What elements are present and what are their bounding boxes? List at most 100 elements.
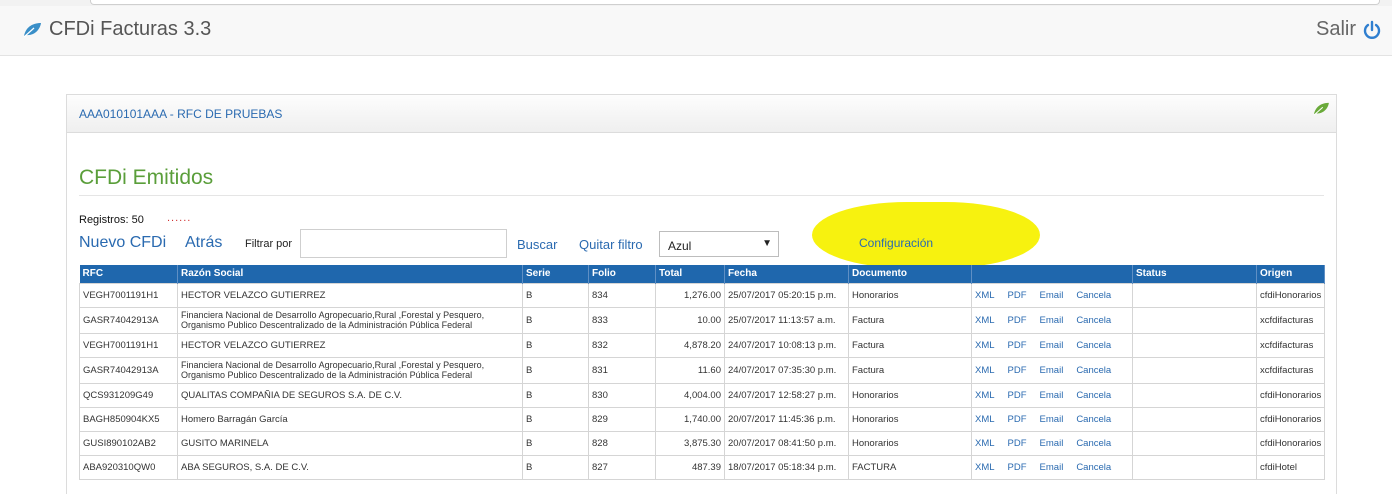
table-row[interactable]: GASR74042913A Financiera Nacional de Desa…: [79, 306, 1325, 334]
filter-input[interactable]: [300, 229, 507, 258]
cell-origen: xcfdifacturas: [1256, 306, 1325, 334]
toolbar: Nuevo CFDi Atrás Filtrar por Buscar Quit…: [79, 229, 1329, 259]
table-row[interactable]: QCS931209G49 QUALITAS COMPAÑIA DE SEGUROS…: [79, 382, 1325, 408]
cell-serie: B: [522, 454, 589, 480]
search-button[interactable]: Buscar: [517, 237, 557, 252]
cell-status: [1132, 332, 1257, 358]
cell-documento: FACTURA: [848, 454, 972, 480]
cell-serie: B: [522, 332, 589, 358]
cell-total: 10.00: [655, 306, 725, 334]
action-xml-link[interactable]: XML: [975, 390, 995, 401]
cell-actions: XML PDF Email Cancela: [971, 282, 1133, 308]
action-xml-link[interactable]: XML: [975, 365, 995, 376]
action-email-link[interactable]: Email: [1040, 414, 1064, 425]
table-row[interactable]: VEGH7001191H1 HECTOR VELAZCO GUTIERREZ B 83…: [79, 332, 1325, 358]
cell-fecha: 24/07/2017 10:08:13 p.m.: [724, 332, 849, 358]
address-bar[interactable]: [90, 0, 1380, 5]
table-row[interactable]: BAGH850904KX5 Homero Barragán García B 829 1…: [79, 406, 1325, 432]
column-header[interactable]: Documento: [848, 265, 972, 283]
column-header[interactable]: Status: [1132, 265, 1257, 283]
table-row[interactable]: VEGH7001191H1 HECTOR VELAZCO GUTIERREZ B 83…: [79, 282, 1325, 308]
action-email-link[interactable]: Email: [1040, 340, 1064, 351]
records-count: Registros: 50: [79, 214, 144, 226]
action-email-link[interactable]: Email: [1040, 390, 1064, 401]
action-cancela-link[interactable]: Cancela: [1076, 390, 1111, 401]
action-xml-link[interactable]: XML: [975, 315, 995, 326]
table-row[interactable]: ABA920310QW0 ABA SEGUROS, S.A. DE C.V. B 82…: [79, 454, 1325, 480]
action-pdf-link[interactable]: PDF: [1008, 462, 1027, 473]
action-pdf-link[interactable]: PDF: [1008, 340, 1027, 351]
cell-folio: 832: [588, 332, 656, 358]
cell-folio: 833: [588, 306, 656, 334]
action-xml-link[interactable]: XML: [975, 414, 995, 425]
action-email-link[interactable]: Email: [1040, 315, 1064, 326]
action-cancela-link[interactable]: Cancela: [1076, 315, 1111, 326]
action-pdf-link[interactable]: PDF: [1008, 390, 1027, 401]
color-select[interactable]: Azul ▼: [659, 231, 779, 257]
cell-status: [1132, 356, 1257, 384]
action-email-link[interactable]: Email: [1040, 365, 1064, 376]
new-cfdi-button[interactable]: Nuevo CFDi: [79, 234, 166, 252]
clear-filter-button[interactable]: Quitar filtro: [579, 237, 643, 252]
column-header[interactable]: Total: [655, 265, 725, 283]
action-pdf-link[interactable]: PDF: [1008, 438, 1027, 449]
cell-documento: Honorarios: [848, 382, 972, 408]
cell-documento: Honorarios: [848, 282, 972, 308]
cell-origen: cfdiHonorarios: [1256, 382, 1325, 408]
cell-total: 1,740.00: [655, 406, 725, 432]
cell-serie: B: [522, 282, 589, 308]
cell-serie: B: [522, 382, 589, 408]
action-cancela-link[interactable]: Cancela: [1076, 438, 1111, 449]
back-button[interactable]: Atrás: [185, 234, 222, 252]
rfc-link[interactable]: AAA010101AAA - RFC DE PRUEBAS: [79, 107, 282, 121]
action-xml-link[interactable]: XML: [975, 340, 995, 351]
action-pdf-link[interactable]: PDF: [1008, 290, 1027, 301]
logout-button[interactable]: Salir: [1316, 18, 1382, 41]
cell-total: 1,276.00: [655, 282, 725, 308]
cell-razon: HECTOR VELAZCO GUTIERREZ: [177, 282, 523, 308]
cell-origen: cfdiHotel: [1256, 454, 1325, 480]
cell-actions: XML PDF Email Cancela: [971, 430, 1133, 456]
column-header[interactable]: Serie: [522, 265, 589, 283]
action-cancela-link[interactable]: Cancela: [1076, 414, 1111, 425]
column-header[interactable]: RFC: [79, 265, 178, 283]
app-brand[interactable]: CFDi Facturas 3.3: [22, 18, 211, 41]
cell-rfc: ABA920310QW0: [79, 454, 178, 480]
cell-fecha: 25/07/2017 11:13:57 a.m.: [724, 306, 849, 334]
action-pdf-link[interactable]: PDF: [1008, 315, 1027, 326]
action-email-link[interactable]: Email: [1040, 462, 1064, 473]
power-icon: [1363, 20, 1381, 39]
color-select-value: Azul: [668, 239, 692, 253]
cell-origen: cfdiHonorarios: [1256, 430, 1325, 456]
table-row[interactable]: GASR74042913A Financiera Nacional de Desa…: [79, 356, 1325, 384]
action-xml-link[interactable]: XML: [975, 290, 995, 301]
cell-status: [1132, 306, 1257, 334]
column-header[interactable]: [971, 265, 1133, 283]
action-pdf-link[interactable]: PDF: [1008, 365, 1027, 376]
cell-rfc: VEGH7001191H1: [79, 332, 178, 358]
cfdi-table: RFC Razón Social Serie Folio Total Fecha Docum…: [79, 265, 1325, 480]
action-cancela-link[interactable]: Cancela: [1076, 340, 1111, 351]
column-header[interactable]: Origen: [1256, 265, 1325, 283]
cell-serie: B: [522, 406, 589, 432]
table-row[interactable]: GUSI890102AB2 GUSITO MARINELA B 828 3,875.30…: [79, 430, 1325, 456]
cell-fecha: 24/07/2017 07:35:30 p.m.: [724, 356, 849, 384]
action-cancela-link[interactable]: Cancela: [1076, 462, 1111, 473]
action-cancela-link[interactable]: Cancela: [1076, 290, 1111, 301]
configuration-link[interactable]: Configuración: [859, 236, 933, 250]
action-email-link[interactable]: Email: [1040, 438, 1064, 449]
cell-actions: XML PDF Email Cancela: [971, 382, 1133, 408]
cell-status: [1132, 454, 1257, 480]
action-xml-link[interactable]: XML: [975, 462, 995, 473]
column-header[interactable]: Fecha: [724, 265, 849, 283]
action-xml-link[interactable]: XML: [975, 438, 995, 449]
action-email-link[interactable]: Email: [1040, 290, 1064, 301]
cell-actions: XML PDF Email Cancela: [971, 454, 1133, 480]
action-pdf-link[interactable]: PDF: [1008, 414, 1027, 425]
action-cancela-link[interactable]: Cancela: [1076, 365, 1111, 376]
divider: [79, 195, 1324, 196]
cell-documento: Honorarios: [848, 430, 972, 456]
cell-serie: B: [522, 306, 589, 334]
column-header[interactable]: Folio: [588, 265, 656, 283]
column-header[interactable]: Razón Social: [177, 265, 523, 283]
